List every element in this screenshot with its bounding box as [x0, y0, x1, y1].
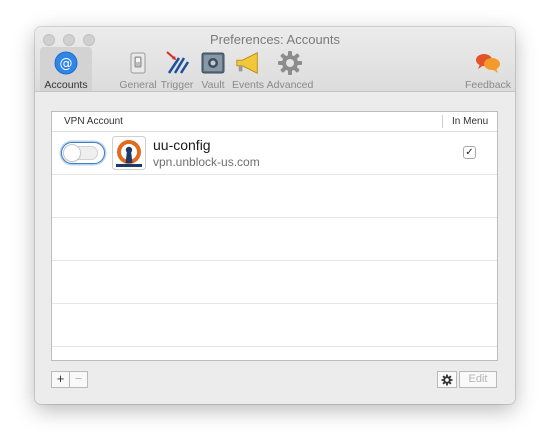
tab-vault[interactable]: Vault — [198, 47, 228, 91]
tab-events-label: Events — [231, 79, 265, 91]
column-header-vpn-account[interactable]: VPN Account — [64, 116, 123, 127]
remove-account-button[interactable]: − — [69, 371, 88, 388]
gear-icon — [441, 374, 453, 389]
connection-toggle[interactable] — [61, 142, 105, 164]
empty-row — [52, 218, 497, 261]
tab-accounts[interactable]: @ Accounts — [40, 47, 92, 91]
in-menu-checkbox[interactable]: ✓ — [463, 146, 476, 159]
table-row[interactable]: uu-config vpn.unblock-us.com ✓ — [52, 132, 497, 175]
at-icon: @ — [53, 50, 79, 76]
edit-button[interactable]: Edit — [459, 371, 497, 388]
feedback-label: Feedback — [464, 79, 512, 91]
openvpn-icon — [112, 136, 146, 170]
column-header-in-menu[interactable]: In Menu — [452, 116, 488, 127]
account-settings-button[interactable] — [437, 371, 457, 388]
feedback-button[interactable]: Feedback — [465, 47, 511, 91]
table-header: VPN Account In Menu — [52, 112, 497, 132]
gear-icon — [277, 50, 303, 76]
switch-icon — [125, 50, 151, 76]
tab-events[interactable]: Events — [231, 47, 265, 91]
footer-toolbar: + − Edit — [51, 371, 498, 389]
tab-vault-label: Vault — [201, 79, 225, 91]
tab-general-label: General — [119, 79, 157, 91]
trigger-icon — [164, 50, 190, 76]
tab-accounts-label: Accounts — [44, 79, 88, 91]
column-divider — [442, 115, 443, 128]
account-server: vpn.unblock-us.com — [153, 155, 260, 169]
accounts-table: VPN Account In Menu uu-config vpn.unbloc… — [51, 111, 498, 361]
empty-row — [52, 261, 497, 304]
toggle-knob — [64, 145, 80, 161]
chat-bubbles-icon — [475, 50, 501, 76]
window-title: Preferences: Accounts — [209, 32, 341, 47]
tab-general[interactable]: General — [119, 47, 157, 91]
titlebar: Preferences: Accounts @ Accounts General… — [35, 27, 515, 92]
tab-advanced[interactable]: Advanced — [267, 47, 313, 91]
preferences-window: Preferences: Accounts @ Accounts General… — [35, 27, 515, 404]
svg-text:@: @ — [60, 57, 73, 72]
tab-trigger[interactable]: Trigger — [159, 47, 195, 91]
empty-row — [52, 304, 497, 347]
tab-advanced-label: Advanced — [266, 79, 314, 91]
vault-icon — [200, 50, 226, 76]
add-account-button[interactable]: + — [51, 371, 70, 388]
empty-row — [52, 175, 497, 218]
tab-trigger-label: Trigger — [160, 79, 194, 91]
megaphone-icon — [235, 50, 261, 76]
account-name: uu-config — [153, 137, 211, 153]
